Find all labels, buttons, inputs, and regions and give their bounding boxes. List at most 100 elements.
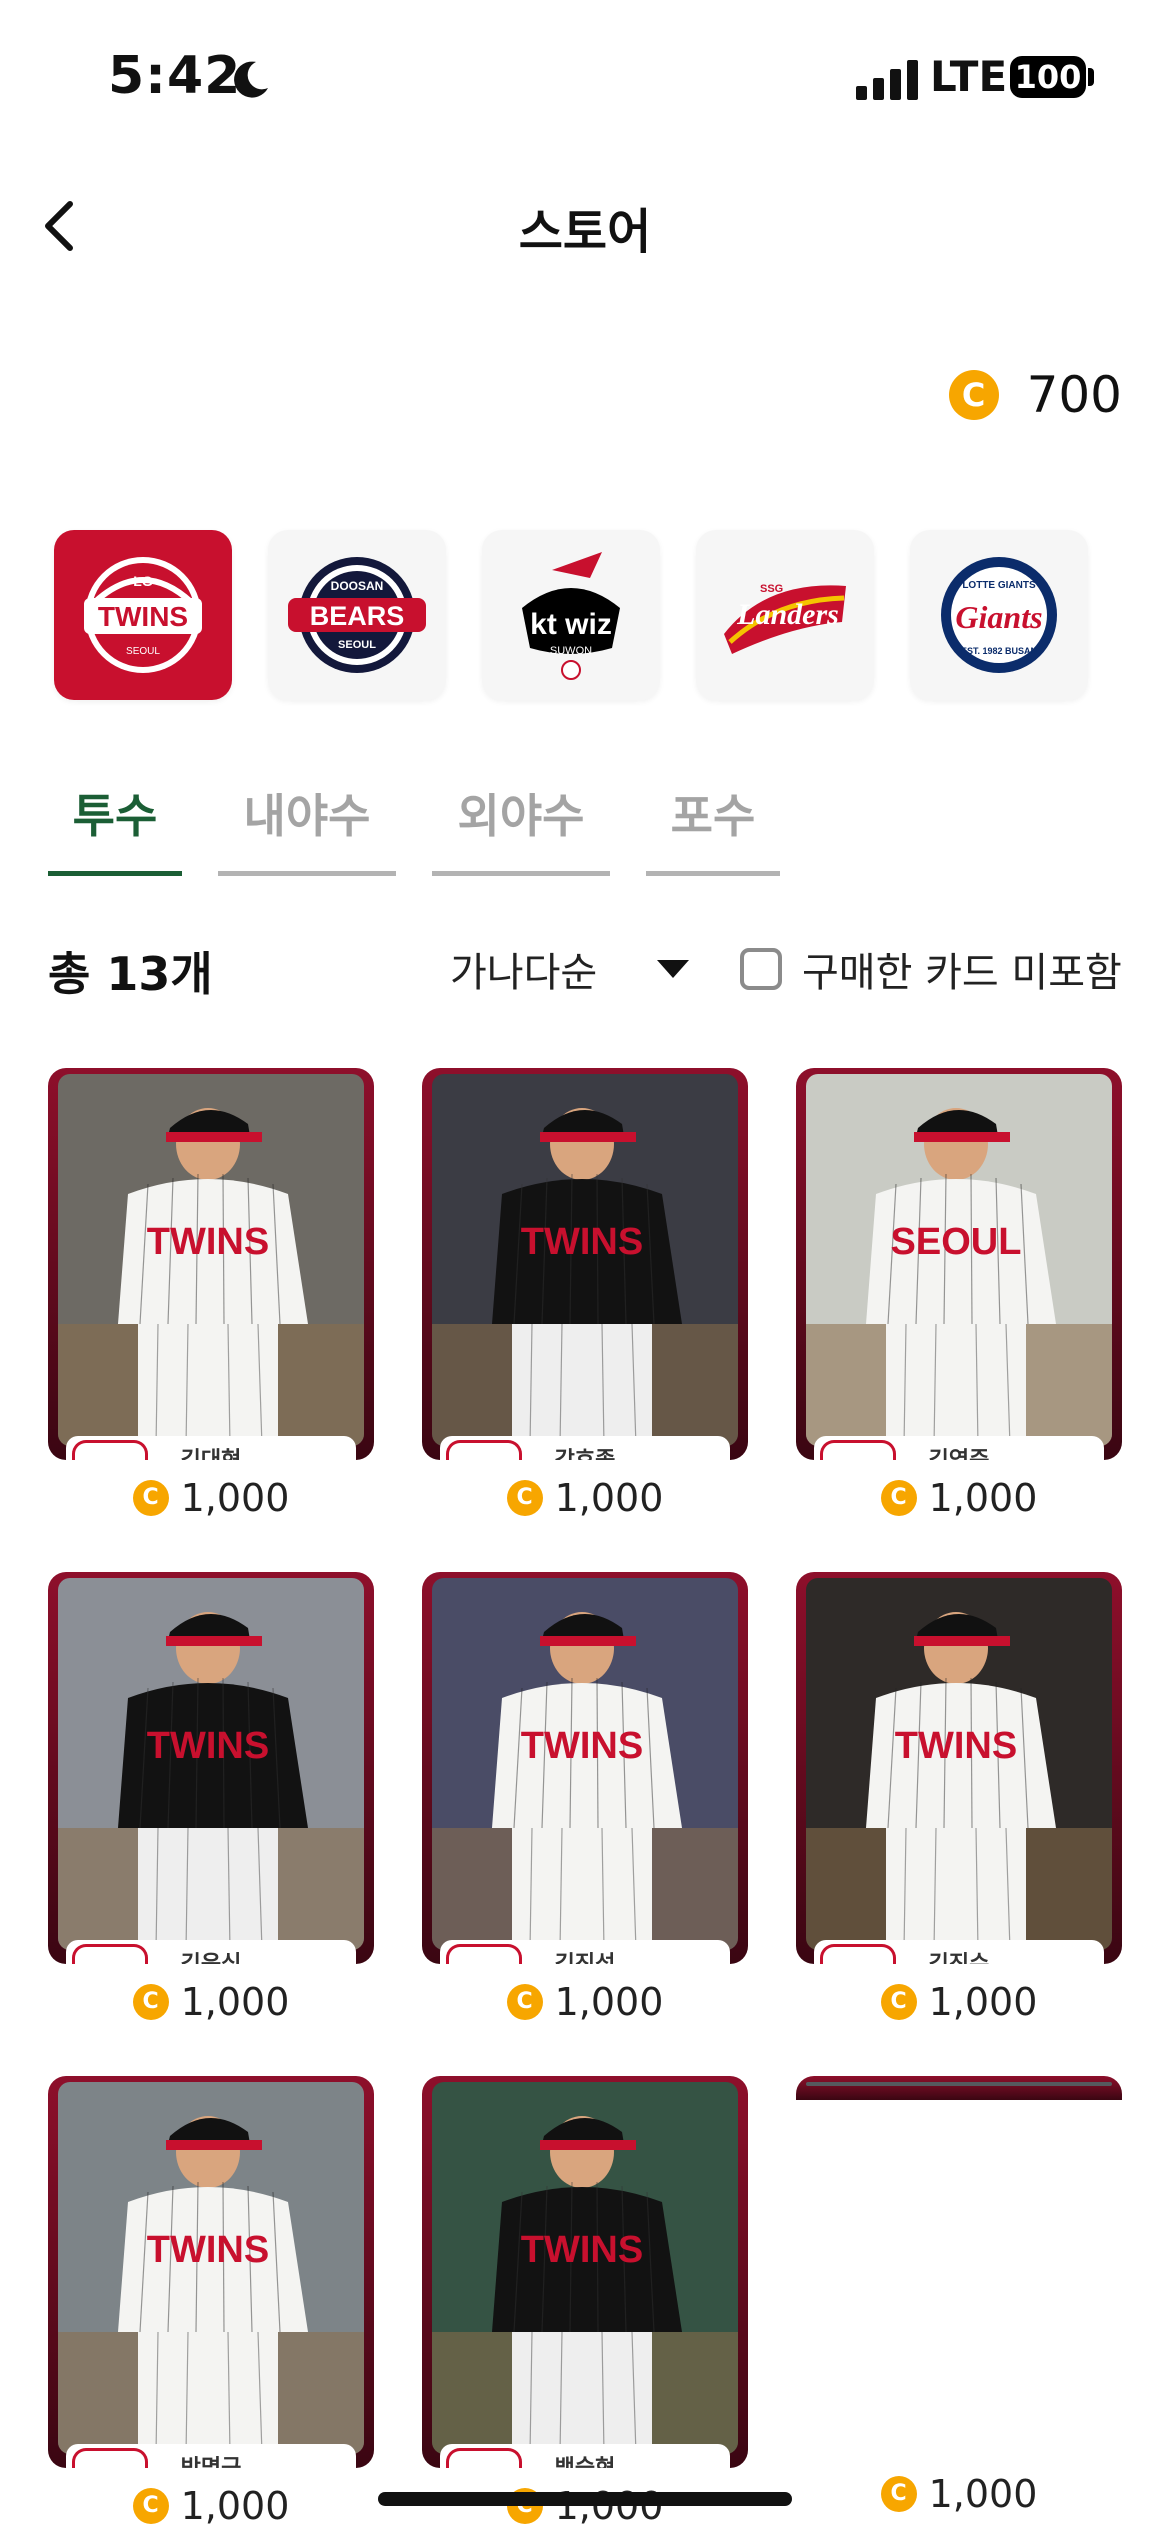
svg-text:TWINS: TWINS bbox=[521, 2229, 643, 2271]
team-tile-kt-wiz[interactable]: kt wiz SUWON bbox=[482, 530, 660, 700]
player-name: 김진성 bbox=[440, 1946, 730, 1964]
card-price: 1,000 bbox=[928, 1476, 1038, 1520]
team-selector: TWINS LG SEOUL BEARS DOOSAN SEOUL kt wiz… bbox=[54, 530, 1154, 710]
svg-text:TWINS: TWINS bbox=[147, 1221, 269, 1263]
coin-icon: C bbox=[132, 1480, 169, 1516]
svg-text:kt wiz: kt wiz bbox=[530, 608, 612, 641]
player-card[interactable]: TWINS 김진성 C 1,000 bbox=[422, 1572, 748, 2024]
player-photo: TWINS bbox=[58, 2082, 364, 2454]
card-frame: TWINS 강효종 bbox=[422, 1068, 748, 1460]
coin-icon: C bbox=[880, 1984, 917, 2020]
tab-outfielder[interactable]: 외야수 bbox=[432, 770, 610, 876]
card-nameplate: 김대현 bbox=[66, 1436, 356, 1460]
player-name: 백승현 bbox=[440, 2450, 730, 2468]
tab-underline bbox=[646, 871, 780, 876]
svg-text:SSG: SSG bbox=[760, 583, 783, 595]
card-price: 1,000 bbox=[928, 1980, 1038, 2024]
player-name: 김윤식 bbox=[66, 1946, 356, 1964]
battery-level: 100 bbox=[1014, 58, 1082, 96]
svg-text:Giants: Giants bbox=[955, 599, 1042, 635]
player-card[interactable]: TWINS 박명근 C 1,000 bbox=[48, 2076, 374, 2528]
player-card[interactable]: TWINS 백승현 C1,000 bbox=[422, 2076, 748, 2528]
exclude-purchased-toggle[interactable]: 구매한 카드 미포함 bbox=[740, 940, 1122, 998]
card-nameplate: 김진수 bbox=[814, 1940, 1104, 1964]
coin-icon: C bbox=[948, 370, 999, 420]
battery-icon: 100 bbox=[1010, 56, 1086, 98]
svg-text:DOOSAN: DOOSAN bbox=[331, 579, 384, 593]
total-count: 총 13개 bbox=[48, 947, 213, 1001]
moon-icon bbox=[234, 61, 268, 98]
coin-balance: C 700 bbox=[948, 360, 1122, 430]
price-row: C 1,000 bbox=[48, 1476, 374, 1520]
card-nameplate: 김진성 bbox=[440, 1940, 730, 1964]
player-photo: TWINS bbox=[432, 1074, 738, 1446]
price-row: C1,000 bbox=[796, 1476, 1122, 1520]
price-row: C 1,000 bbox=[796, 1980, 1122, 2024]
tab-label: 내야수 bbox=[243, 789, 371, 843]
exclude-purchased-checkbox[interactable] bbox=[740, 948, 782, 990]
card-frame: TWINS 백승현 bbox=[422, 2076, 748, 2468]
player-card[interactable]: TWINS 김윤식 C 1,000 bbox=[48, 1572, 374, 2024]
tab-label: 투수 bbox=[72, 789, 158, 843]
player-card[interactable]: TWINS 김대현 C 1,000 bbox=[48, 1068, 374, 1520]
svg-text:TWINS: TWINS bbox=[895, 1725, 1017, 1767]
price-row: C1,000 bbox=[422, 2484, 748, 2528]
player-card[interactable]: C 1,000 bbox=[796, 2076, 1122, 2516]
player-card[interactable]: TWINS 강효종 C 1,000 bbox=[422, 1068, 748, 1520]
filter-row: 총 13개 가나다순 구매한 카드 미포함 bbox=[0, 930, 1170, 1010]
card-frame: TWINS 김대현 bbox=[48, 1068, 374, 1460]
coin-icon: C bbox=[506, 1480, 543, 1516]
tab-infielder[interactable]: 내야수 bbox=[218, 770, 396, 876]
position-tabs: 투수 내야수 외야수 포수 bbox=[48, 770, 1148, 880]
tab-label: 포수 bbox=[670, 789, 756, 843]
player-photo: TWINS bbox=[432, 2082, 738, 2454]
price-row: C1,000 bbox=[422, 1476, 748, 1520]
sort-label: 가나다순 bbox=[450, 950, 598, 996]
tab-pitcher[interactable]: 투수 bbox=[48, 770, 182, 876]
signal-icon bbox=[856, 60, 918, 100]
card-price: 1,000 bbox=[180, 1476, 290, 1520]
player-photo bbox=[806, 2082, 1112, 2086]
doosan-bears-logo-icon: BEARS DOOSAN SEOUL bbox=[288, 557, 426, 673]
card-price: 1,000 bbox=[554, 2484, 664, 2528]
price-row: C1,000 bbox=[422, 1980, 748, 2024]
player-photo: TWINS bbox=[432, 1578, 738, 1950]
card-price: 1,000 bbox=[928, 2472, 1038, 2516]
team-tile-doosan-bears[interactable]: BEARS DOOSAN SEOUL bbox=[268, 530, 446, 700]
network-label: LTE bbox=[930, 52, 1008, 101]
coin-icon: C bbox=[132, 1984, 169, 2020]
sort-dropdown[interactable]: 가나다순 bbox=[450, 940, 690, 998]
card-price: 1,000 bbox=[180, 2484, 290, 2528]
team-tile-lotte-giants[interactable]: Giants LOTTE GIANTS EST. 1982 BUSAN bbox=[910, 530, 1088, 700]
card-frame: TWINS 김진성 bbox=[422, 1572, 748, 1964]
status-bar: 5:42 LTE 100 bbox=[0, 0, 1170, 150]
player-card[interactable]: TWINS 김진수 C 1,000 bbox=[796, 1572, 1122, 2024]
exclude-purchased-label: 구매한 카드 미포함 bbox=[802, 950, 1122, 996]
coin-icon: C bbox=[506, 1984, 543, 2020]
player-photo: TWINS bbox=[58, 1578, 364, 1950]
player-card[interactable]: SEOUL 김영준 C 1,000 bbox=[796, 1068, 1122, 1520]
svg-text:LOTTE GIANTS: LOTTE GIANTS bbox=[962, 580, 1036, 591]
svg-text:TWINS: TWINS bbox=[147, 2229, 269, 2271]
svg-text:TWINS: TWINS bbox=[98, 601, 188, 632]
card-frame bbox=[796, 2076, 1122, 2100]
tab-catcher[interactable]: 포수 bbox=[646, 770, 780, 876]
lg-twins-logo-icon: TWINS LG SEOUL bbox=[84, 557, 202, 673]
card-frame: TWINS 김진수 bbox=[796, 1572, 1122, 1964]
card-price: 1,000 bbox=[180, 1980, 290, 2024]
card-frame: TWINS 박명근 bbox=[48, 2076, 374, 2468]
card-nameplate: 백승현 bbox=[440, 2444, 730, 2468]
price-row: C 1,000 bbox=[796, 2472, 1122, 2516]
svg-text:BEARS: BEARS bbox=[310, 601, 405, 631]
svg-text:TWINS: TWINS bbox=[521, 1725, 643, 1767]
team-tile-ssg-landers[interactable]: Landers SSG bbox=[696, 530, 874, 700]
card-nameplate: 김윤식 bbox=[66, 1940, 356, 1964]
coin-icon: C bbox=[880, 2476, 917, 2512]
card-nameplate: 김영준 bbox=[814, 1436, 1104, 1460]
player-name: 김영준 bbox=[814, 1442, 1104, 1460]
ssg-landers-logo-icon: Landers SSG bbox=[724, 583, 846, 654]
svg-text:Landers: Landers bbox=[736, 598, 839, 631]
caret-down-icon bbox=[657, 960, 690, 978]
team-tile-lg-twins[interactable]: TWINS LG SEOUL bbox=[54, 530, 232, 700]
player-photo: TWINS bbox=[58, 1074, 364, 1446]
